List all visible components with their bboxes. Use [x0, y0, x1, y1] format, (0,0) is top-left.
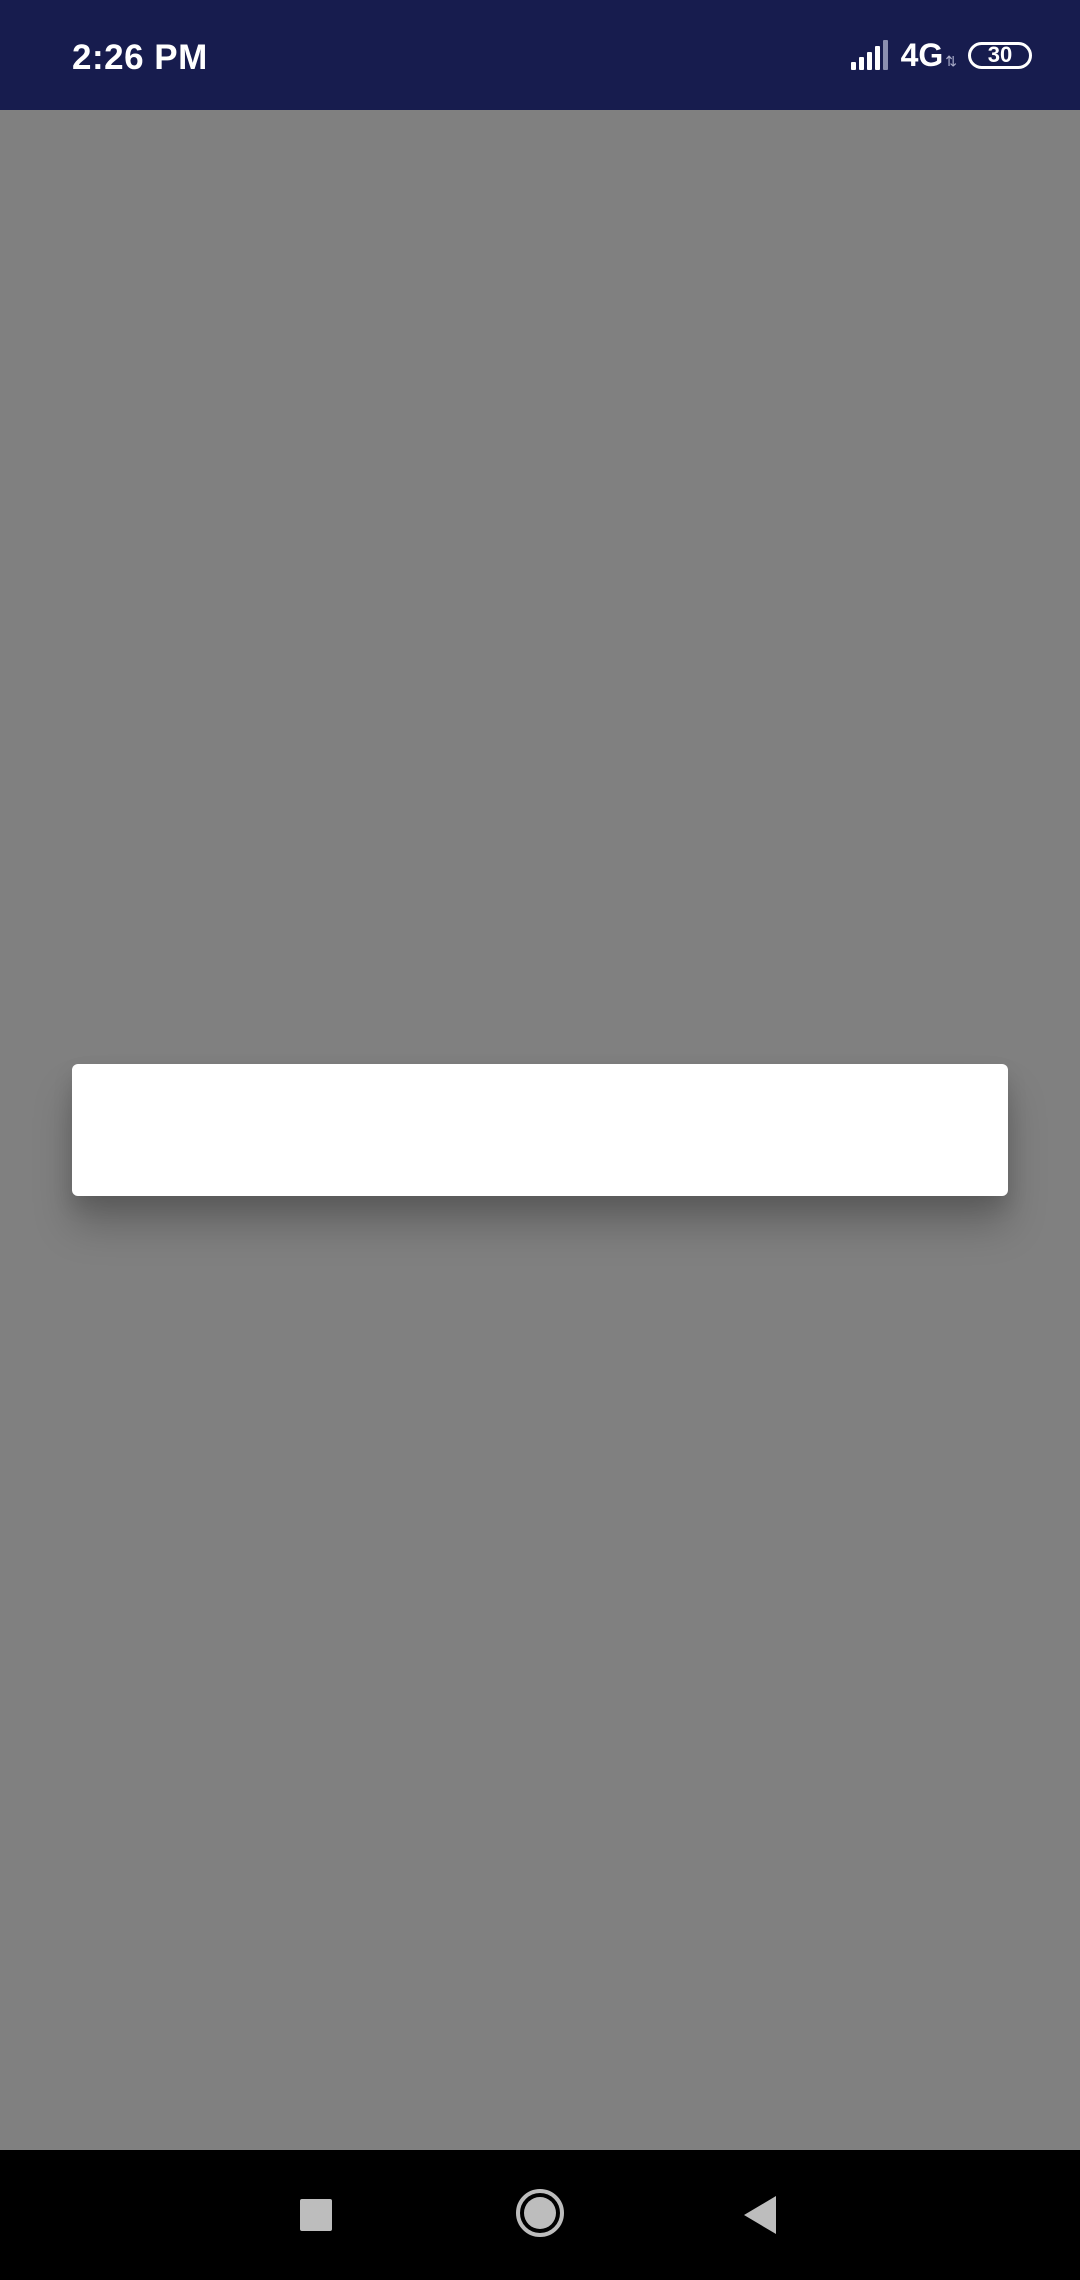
home-circle-inner: [524, 2197, 556, 2229]
battery-level: 30: [987, 42, 1013, 67]
home-circle-icon[interactable]: [516, 2189, 564, 2237]
signal-strength-icon: [850, 40, 891, 70]
recents-square-icon[interactable]: [300, 2199, 332, 2231]
status-time: 2:26 PM: [72, 38, 208, 77]
back-triangle-icon[interactable]: [744, 2196, 776, 2234]
navigation-bar: [0, 2150, 1080, 2280]
network-type-label: 4G: [900, 36, 944, 73]
status-bar: 2:26 PM 4G ⇅ 30: [0, 0, 1080, 110]
screen: 2:26 PM 4G ⇅ 30: [0, 0, 1080, 2280]
status-icons: 4G ⇅ 30: [850, 0, 1032, 110]
data-activity-icon: ⇅: [945, 52, 957, 69]
battery-icon: 30: [968, 41, 1032, 69]
loading-dialog: [72, 1064, 1008, 1196]
